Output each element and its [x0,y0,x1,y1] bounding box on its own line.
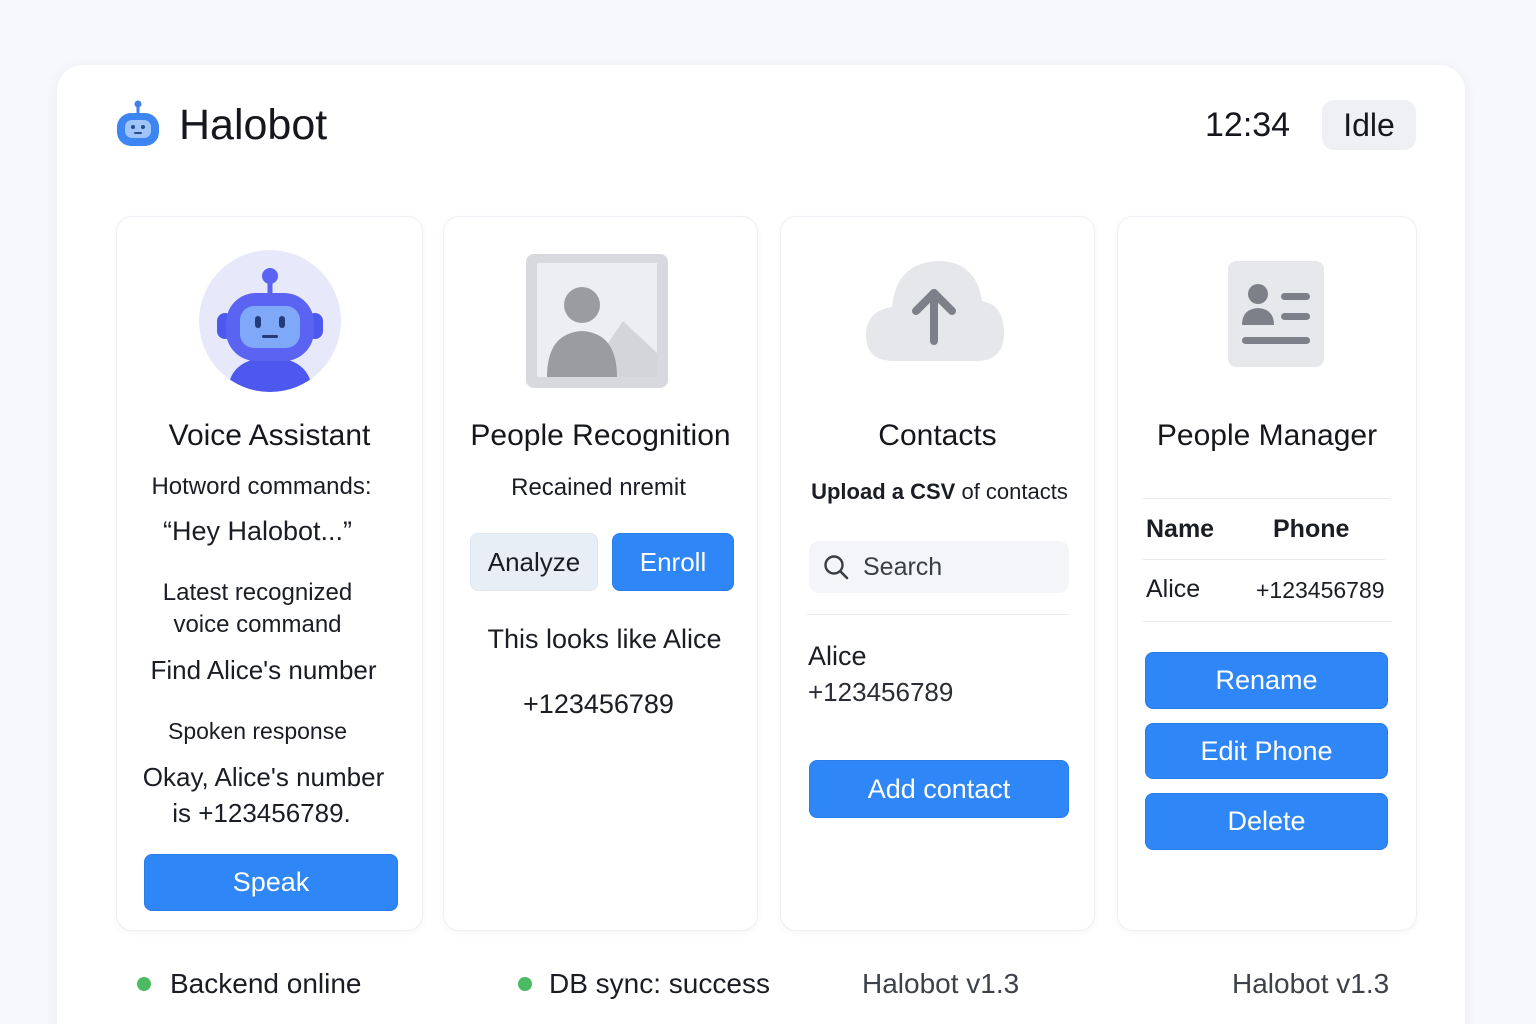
voice-assistant-title: Voice Assistant [168,419,371,452]
robot-icon [117,100,159,146]
db-sync-status: DB sync: success [549,968,770,999]
voice-assistant-card: Voice Assistant Hotword commands: “Hey H… [116,216,423,931]
contact-name: Alice [808,641,867,671]
search-icon [824,555,849,580]
upload-csv-text: Upload a CSV of contacts [783,478,1096,506]
rename-button[interactable]: Rename [1145,652,1388,709]
upload-csv-rest: of contacts [955,479,1068,504]
contacts-title: Contacts [878,419,997,452]
latest-command-label: Latest recognized [162,579,353,606]
people-recognition-title: People Recognition [470,419,731,452]
search-input[interactable] [863,541,1059,593]
version-label: Halobot v1.3 [862,968,1020,999]
edit-phone-button[interactable]: Edit Phone [1145,723,1388,779]
app-title: Halobot [179,101,328,149]
people-manager-card: People Manager Name Phone Alice +1234567… [1117,216,1417,931]
app-window: Halobot 12:34 Idle Voice Assistant Hotwo… [57,65,1465,1024]
response-label: Spoken response [167,718,347,744]
people-manager-title: People Manager [1156,419,1378,452]
recognition-result: This looks like Alice [487,624,722,654]
divider [1143,498,1390,499]
status-badge: Idle [1322,100,1416,150]
search-box[interactable] [809,541,1069,593]
db-status-dot [518,977,532,991]
contacts-card: Contacts Upload a CSV of contacts Alice … [780,216,1095,931]
person-image-placeholder-icon [526,254,668,388]
cloud-upload-icon [866,261,1004,361]
divider [807,614,1069,615]
row-name: Alice [1146,575,1201,603]
spoken-response: Okay, Alice's number [142,762,385,792]
hotword-phrase: “Hey Halobot...” [162,516,353,546]
upload-csv-strong: Upload a CSV [811,479,956,504]
clock: 12:34 [1205,106,1291,144]
recognition-subtitle: Recained nremit [511,474,686,501]
latest-command: Find Alice's number [150,655,377,685]
spoken-response-2: is +123456789. [172,798,351,828]
status-footer: Backend online DB sync: success Halobot … [57,945,1465,1015]
table-row[interactable]: Alice +123456789 [1143,560,1390,620]
column-header-name: Name [1146,515,1215,543]
version-label-secondary: Halobot v1.3 [1232,968,1390,999]
header: Halobot 12:34 Idle [57,65,1465,195]
people-recognition-card: People Recognition Recained nremit Analy… [443,216,758,931]
delete-button[interactable]: Delete [1145,793,1388,850]
column-header-phone: Phone [1273,515,1350,543]
speak-button[interactable]: Speak [144,854,398,911]
enroll-button[interactable]: Enroll [612,533,734,591]
robot-avatar-icon [199,250,341,392]
latest-command-label-2: voice command [173,611,342,638]
backend-status-dot [137,977,151,991]
hotword-label: Hotword commands: [151,473,372,500]
divider [1143,621,1392,622]
analyze-button[interactable]: Analyze [470,533,598,591]
row-phone: +123456789 [1256,577,1385,603]
recognition-phone: +123456789 [523,689,674,719]
add-contact-button[interactable]: Add contact [809,760,1069,818]
backend-status: Backend online [170,968,362,999]
contact-card-icon [1228,261,1324,367]
contact-phone: +123456789 [808,677,954,707]
